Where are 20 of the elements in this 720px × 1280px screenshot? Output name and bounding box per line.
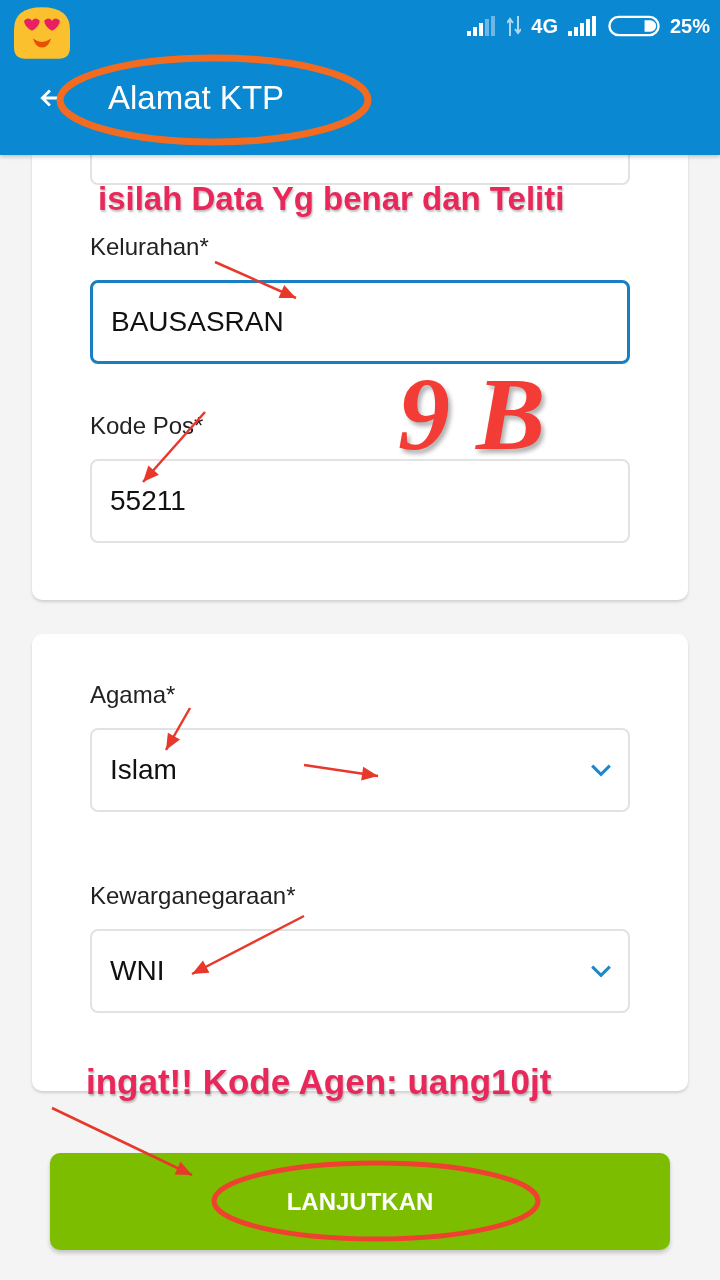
network-type: 4G — [531, 14, 558, 38]
field-label: Kelurahan* — [90, 233, 210, 261]
data-arrows-icon — [507, 16, 522, 36]
screen-title: Alamat KTP — [108, 79, 285, 117]
input-field[interactable]: BAUSASRAN — [90, 280, 630, 364]
annotation-note: isilah Data Yg benar dan Teliti — [98, 180, 565, 218]
annotation-note: ingat!! Kode Agen: uang10jt — [86, 1062, 552, 1102]
input-field[interactable] — [90, 155, 630, 185]
field-label: Agama* — [90, 681, 177, 709]
field-label: Kewarganegaraan* — [90, 882, 297, 910]
dropdown[interactable]: WNI — [90, 929, 630, 1013]
arrow — [164, 707, 192, 751]
chevron-down-icon — [590, 763, 612, 777]
battery-percent: 25% — [669, 14, 710, 38]
dropdown[interactable]: Islam — [90, 728, 630, 812]
signal-icon — [567, 16, 598, 36]
chevron-down-icon — [590, 964, 612, 978]
signal-icon — [467, 16, 498, 36]
battery-icon — [607, 15, 660, 37]
input-field[interactable]: 55211 — [90, 459, 630, 543]
